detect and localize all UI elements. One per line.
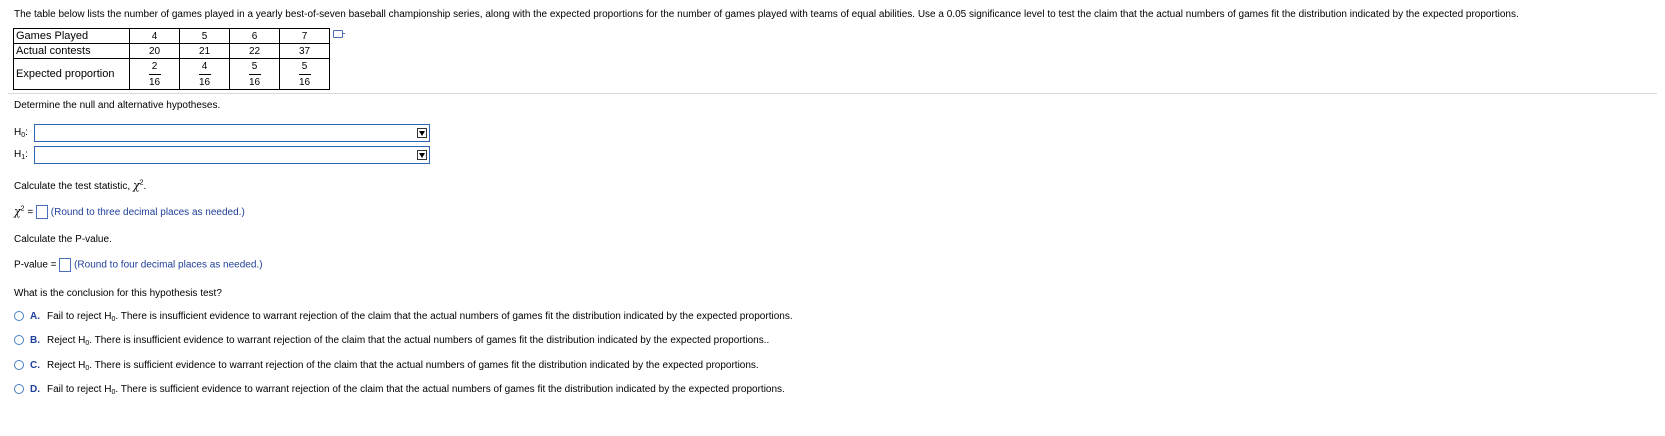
- h0-label: H0:: [14, 127, 28, 139]
- option-text: Reject H0. There is insufficient evidenc…: [47, 335, 770, 347]
- games-played-cell: 6: [229, 28, 280, 44]
- numerator: 2: [151, 60, 158, 72]
- option-letter: B.: [30, 335, 40, 346]
- row-label-actual: Actual contests: [13, 43, 130, 59]
- actual-cell: 37: [279, 43, 330, 59]
- option-text: Fail to reject H0. There is sufficient e…: [47, 384, 785, 396]
- denominator: 16: [298, 76, 311, 88]
- p-value-row: P-value = (Round to four decimal places …: [14, 258, 263, 272]
- fraction: 2 16: [148, 60, 161, 88]
- p-value-prompt: Calculate the P-value.: [14, 234, 112, 245]
- chi-symbol: χ: [14, 205, 21, 218]
- option-text: Fail to reject H0. There is insufficient…: [47, 311, 793, 323]
- section-divider: [8, 93, 1657, 94]
- expected-cell: 5 16: [279, 58, 330, 90]
- games-played-cell: 7: [279, 28, 330, 44]
- equals-sign: =: [24, 207, 34, 218]
- conclusion-prompt: What is the conclusion for this hypothes…: [14, 288, 222, 299]
- numerator: 5: [251, 60, 258, 72]
- expected-cell: 5 16: [229, 58, 280, 90]
- option-a[interactable]: A. Fail to reject H0. There is insufficie…: [14, 311, 793, 323]
- radio-button[interactable]: [14, 360, 24, 370]
- hypotheses-prompt: Determine the null and alternative hypot…: [14, 100, 221, 111]
- fraction: 5 16: [248, 60, 261, 88]
- option-letter: C.: [30, 360, 40, 371]
- denominator: 16: [198, 76, 211, 88]
- fraction-bar: [298, 73, 311, 75]
- test-statistic-input[interactable]: [35, 205, 48, 220]
- option-c[interactable]: C. Reject H0. There is sufficient evidenc…: [14, 360, 759, 372]
- table-row-actual: Actual contests 20 21 22 37: [13, 43, 330, 59]
- games-played-cell: 5: [179, 28, 230, 44]
- h0-select[interactable]: [34, 124, 430, 142]
- option-letter: A.: [30, 311, 40, 322]
- fraction: 4 16: [198, 60, 211, 88]
- h1-select[interactable]: [34, 146, 430, 164]
- p-value-input[interactable]: [59, 258, 72, 272]
- table-row-games-played: Games Played 4 5 6 7: [13, 28, 330, 44]
- option-text: Reject H0. There is sufficient evidence …: [47, 360, 759, 372]
- radio-button[interactable]: [14, 335, 24, 345]
- games-played-cell: 4: [129, 28, 180, 44]
- option-b[interactable]: B. Reject H0. There is insufficient evide…: [14, 335, 769, 347]
- table-row-expected: Expected proportion 2 16 4 16 5 16 5 16: [13, 58, 330, 90]
- denominator: 16: [148, 76, 161, 88]
- radio-button[interactable]: [14, 311, 24, 321]
- chevron-down-icon[interactable]: [417, 128, 427, 138]
- copy-data-icon[interactable]: [333, 30, 345, 38]
- fraction-bar: [248, 73, 261, 75]
- denominator: 16: [248, 76, 261, 88]
- fraction-bar: [148, 73, 161, 75]
- test-statistic-prompt: Calculate the test statistic, χ2.: [14, 179, 147, 192]
- radio-button[interactable]: [14, 384, 24, 394]
- fraction-bar: [198, 73, 211, 75]
- actual-cell: 22: [229, 43, 280, 59]
- chevron-down-icon[interactable]: [417, 150, 427, 160]
- expected-cell: 4 16: [179, 58, 230, 90]
- h1-label: H1:: [14, 149, 28, 161]
- question-intro: The table below lists the number of game…: [14, 9, 1519, 20]
- numerator: 4: [201, 60, 208, 72]
- option-letter: D.: [30, 384, 40, 395]
- option-d[interactable]: D. Fail to reject H0. There is sufficient…: [14, 384, 785, 396]
- p-value-hint: (Round to four decimal places as needed.…: [74, 259, 263, 271]
- numerator: 5: [301, 60, 308, 72]
- expected-cell: 2 16: [129, 58, 180, 90]
- p-value-label: P-value =: [14, 259, 57, 271]
- actual-cell: 20: [129, 43, 180, 59]
- test-statistic-row: χ2 = (Round to three decimal places as n…: [14, 205, 245, 220]
- row-label-games-played: Games Played: [13, 28, 130, 44]
- test-statistic-hint: (Round to three decimal places as needed…: [50, 207, 245, 218]
- games-data-table: Games Played 4 5 6 7 Actual contests 20 …: [13, 28, 330, 90]
- actual-cell: 21: [179, 43, 230, 59]
- row-label-expected: Expected proportion: [13, 58, 130, 90]
- fraction: 5 16: [298, 60, 311, 88]
